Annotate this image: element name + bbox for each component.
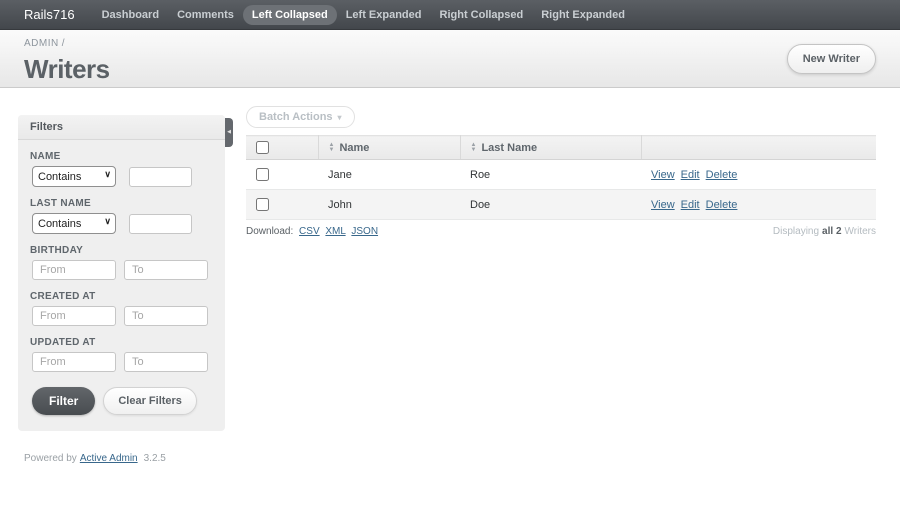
filter-label-birthday: BIRTHDAY bbox=[30, 245, 84, 256]
name-operator-wrap: Contains ∨ bbox=[32, 166, 116, 187]
sort-icon: ▲ ▼ bbox=[470, 141, 477, 153]
delete-link[interactable]: Delete bbox=[706, 199, 738, 211]
last-name-operator-wrap: Contains ∨ bbox=[32, 213, 116, 234]
row-checkbox[interactable] bbox=[256, 198, 269, 211]
version-text: 3.2.5 bbox=[143, 453, 166, 464]
filter-row-created-at bbox=[32, 306, 213, 326]
filter-buttons: Filter Clear Filters bbox=[32, 387, 213, 415]
writers-table: ▲ ▼ Name ▲ ▼ Last Name Jane Roe View Edit Dele… bbox=[246, 135, 876, 220]
select-all-checkbox[interactable] bbox=[256, 141, 269, 154]
index-footer: Download: CSV XML JSON Displaying all 2 Wr… bbox=[246, 226, 876, 237]
filters-panel-title: Filters bbox=[18, 115, 225, 140]
row-checkbox-cell bbox=[246, 189, 318, 220]
filter-label-created-at: CREATED AT bbox=[30, 291, 96, 302]
name-operator-select[interactable]: Contains bbox=[32, 166, 116, 187]
sort-icon: ▲ ▼ bbox=[328, 141, 335, 153]
filter-label-last-name: LAST NAME bbox=[30, 198, 92, 209]
birthday-to-input[interactable] bbox=[124, 260, 208, 280]
nav-tab-comments[interactable]: Comments bbox=[168, 5, 243, 25]
breadcrumb-admin-link[interactable]: ADMIN bbox=[24, 38, 59, 49]
created-at-to-input[interactable] bbox=[124, 306, 208, 326]
column-header-last-name[interactable]: ▲ ▼ Last Name bbox=[460, 135, 642, 160]
download-csv-link[interactable]: CSV bbox=[299, 226, 320, 237]
select-all-header bbox=[246, 135, 319, 160]
nav-tab-left-collapsed[interactable]: Left Collapsed bbox=[242, 4, 337, 25]
breadcrumb-separator: / bbox=[61, 38, 66, 49]
edit-link[interactable]: Edit bbox=[681, 169, 700, 181]
table-header-row: ▲ ▼ Name ▲ ▼ Last Name bbox=[246, 135, 876, 160]
clear-filters-button[interactable]: Clear Filters bbox=[103, 387, 197, 415]
filters-panel: ◀ Filters NAME Contains ∨ LAST NAME Cont… bbox=[18, 115, 233, 431]
updated-at-to-input[interactable] bbox=[124, 352, 208, 372]
row-checkbox[interactable] bbox=[256, 168, 269, 181]
filter-row-last-name: Contains ∨ bbox=[32, 213, 213, 234]
collapse-left-icon: ◀ bbox=[227, 129, 231, 135]
name-filter-input[interactable] bbox=[129, 166, 192, 187]
view-link[interactable]: View bbox=[651, 199, 675, 211]
edit-link[interactable]: Edit bbox=[681, 199, 700, 211]
last-name-operator-select[interactable]: Contains bbox=[32, 213, 116, 234]
download-xml-link[interactable]: XML bbox=[325, 226, 345, 237]
cell-name: Jane bbox=[318, 159, 460, 190]
powered-by-text: Powered by bbox=[24, 453, 77, 464]
table-row: Jane Roe View Edit Delete bbox=[246, 159, 876, 190]
column-header-name[interactable]: ▲ ▼ Name bbox=[318, 135, 461, 160]
row-actions: View Edit Delete bbox=[641, 159, 876, 190]
created-at-from-input[interactable] bbox=[32, 306, 116, 326]
cell-last-name: Roe bbox=[460, 159, 641, 190]
new-writer-button[interactable]: New Writer bbox=[786, 44, 876, 74]
nav-tab-dashboard[interactable]: Dashboard bbox=[93, 5, 168, 25]
filter-row-birthday bbox=[32, 260, 213, 280]
filters-collapse-handle[interactable]: ◀ bbox=[225, 118, 233, 147]
nav-tab-left-expanded[interactable]: Left Expanded bbox=[337, 5, 431, 25]
table-row: John Doe View Edit Delete bbox=[246, 189, 876, 220]
updated-at-from-input[interactable] bbox=[32, 352, 116, 372]
download-json-link[interactable]: JSON bbox=[351, 226, 378, 237]
filter-row-name: Contains ∨ bbox=[32, 166, 213, 187]
download-links: Download: CSV XML JSON bbox=[246, 226, 378, 237]
top-nav: Rails716 Dashboard Comments Left Collaps… bbox=[0, 0, 900, 30]
download-label: Download: bbox=[246, 226, 294, 237]
caret-down-icon: ▾ bbox=[337, 112, 342, 122]
cell-name: John bbox=[318, 189, 460, 220]
page-footer: Powered by Active Admin 3.2.5 bbox=[24, 453, 166, 464]
column-header-actions bbox=[641, 135, 876, 160]
brand-logo[interactable]: Rails716 bbox=[24, 7, 75, 22]
active-admin-link[interactable]: Active Admin bbox=[80, 453, 138, 464]
filter-button[interactable]: Filter bbox=[32, 387, 96, 415]
view-link[interactable]: View bbox=[651, 169, 675, 181]
cell-last-name: Doe bbox=[460, 189, 641, 220]
breadcrumb: ADMIN / bbox=[24, 38, 876, 49]
delete-link[interactable]: Delete bbox=[706, 169, 738, 181]
row-actions: View Edit Delete bbox=[641, 189, 876, 220]
nav-tab-right-expanded[interactable]: Right Expanded bbox=[532, 5, 634, 25]
last-name-filter-input[interactable] bbox=[129, 213, 192, 234]
birthday-from-input[interactable] bbox=[32, 260, 116, 280]
nav-tab-right-collapsed[interactable]: Right Collapsed bbox=[431, 5, 533, 25]
filter-row-updated-at bbox=[32, 352, 213, 372]
page-title: Writers bbox=[24, 54, 110, 84]
pagination-info: Displaying all 2 Writers bbox=[772, 226, 876, 237]
filter-label-name: NAME bbox=[30, 151, 61, 162]
writers-index: Batch Actions ▾ ▲ ▼ Name ▲ ▼ Last Name J… bbox=[246, 106, 876, 237]
row-checkbox-cell bbox=[246, 159, 318, 190]
title-bar: ADMIN / Writers New Writer bbox=[0, 30, 900, 88]
filter-label-updated-at: UPDATED AT bbox=[30, 337, 96, 348]
batch-actions-button[interactable]: Batch Actions ▾ bbox=[246, 106, 355, 128]
